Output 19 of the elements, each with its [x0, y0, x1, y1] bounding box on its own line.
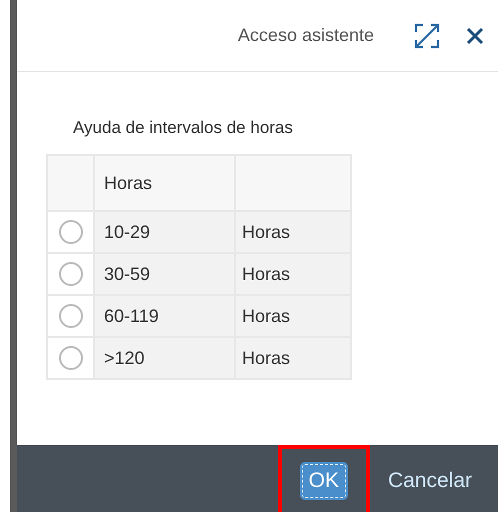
cancel-button[interactable]: Cancelar — [388, 464, 472, 496]
dialog-title: Acceso asistente — [238, 25, 374, 46]
table-cell: Horas — [235, 295, 351, 337]
table-cell: Horas — [235, 211, 351, 253]
radio-button[interactable] — [58, 346, 82, 370]
radio-button[interactable] — [58, 262, 82, 286]
column-header: Horas — [94, 155, 235, 211]
radio-button[interactable] — [58, 220, 82, 244]
table-cell: 60-119 — [94, 295, 235, 337]
radio-button[interactable] — [58, 304, 82, 328]
table-cell: Horas — [235, 337, 351, 379]
table-cell: 10-29 — [94, 211, 235, 253]
table-cell: 30-59 — [94, 253, 235, 295]
table-cell: >120 — [94, 337, 235, 379]
table-caption: Ayuda de intervalos de horas — [73, 118, 294, 138]
ok-button[interactable]: OK — [302, 464, 346, 498]
expand-icon[interactable] — [414, 22, 440, 48]
close-icon[interactable] — [466, 26, 484, 44]
table-cell: Horas — [235, 253, 351, 295]
